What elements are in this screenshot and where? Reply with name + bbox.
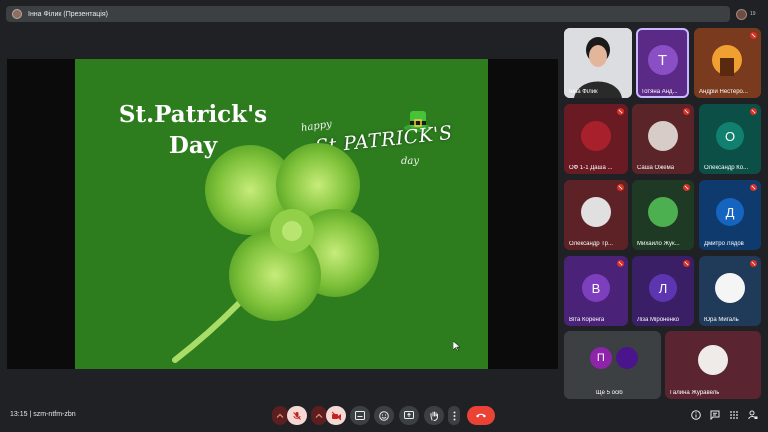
- participant-avatar: В: [582, 274, 610, 303]
- participant-photo: [648, 197, 678, 228]
- participant-tile-9[interactable]: Д Дмитро Лядов: [699, 180, 761, 250]
- participant-video: [564, 28, 632, 98]
- participant-photo: [648, 121, 678, 152]
- more-vert-icon: [453, 411, 455, 420]
- participant-name: ОФ 1-1 Даша ...: [569, 165, 613, 171]
- separator: |: [29, 411, 32, 418]
- chevron-up-icon: [315, 413, 323, 418]
- participant-tile-6[interactable]: О Олександр Ко...: [699, 104, 761, 174]
- raise-hand-button[interactable]: [424, 406, 444, 425]
- participant-avatar: Л: [649, 274, 677, 303]
- info-icon: [691, 410, 701, 420]
- participant-tile-12[interactable]: Юра Мигаль: [699, 256, 761, 326]
- camera-off-icon: [331, 411, 341, 420]
- presentation-banner: Інна Філик (Презентація): [6, 6, 730, 22]
- meeting-details-button[interactable]: [689, 408, 703, 422]
- meeting-code: szm-ntfm-zbn: [33, 411, 76, 418]
- clock: 13:15: [10, 411, 28, 418]
- host-controls-button[interactable]: [746, 408, 760, 422]
- mic-off-icon: [750, 260, 757, 267]
- participant-tile-8[interactable]: Михайло Жук...: [632, 180, 694, 250]
- participant-count: 19: [750, 11, 756, 17]
- participant-avatar: Т: [647, 45, 678, 76]
- participant-name: Юра Мигаль: [704, 317, 739, 323]
- participant-name: Саша Ожема: [637, 165, 675, 171]
- participant-name: Михайло Жук...: [637, 241, 680, 247]
- microphone-toggle[interactable]: [287, 406, 307, 425]
- participant-name: Дмитро Лядов: [704, 241, 744, 247]
- activities-button[interactable]: [727, 408, 741, 422]
- participants-indicator[interactable]: 19: [736, 7, 762, 21]
- participant-tile-4[interactable]: ОФ 1-1 Даша ...: [564, 104, 628, 174]
- participant-photo: [715, 273, 745, 304]
- mic-off-icon: [750, 108, 757, 115]
- lock-person-icon: [748, 410, 758, 420]
- participant-photo: [581, 197, 611, 228]
- more-participants-tile[interactable]: П Ще 5 осіб: [564, 331, 661, 399]
- apps-grid-icon: [730, 411, 738, 419]
- participant-name: Олександр Тр...: [569, 241, 613, 247]
- chat-icon: [710, 410, 720, 420]
- participant-tile-2[interactable]: Т Тотяна Анд...: [636, 28, 689, 98]
- emoji-icon: [379, 410, 389, 421]
- hang-up-icon: [476, 413, 486, 418]
- participant-photo: [698, 344, 728, 375]
- participant-tile-10[interactable]: В Віта Коренга: [564, 256, 628, 326]
- four-leaf-clover-icon: [172, 143, 379, 363]
- chat-button[interactable]: [708, 408, 722, 422]
- participant-avatar: Д: [716, 198, 744, 227]
- participant-avatar: О: [716, 122, 744, 151]
- participant-name: Інна Філик: [569, 89, 598, 95]
- mic-off-icon: [683, 260, 690, 267]
- mic-off-icon: [750, 32, 757, 39]
- leave-call-button[interactable]: [467, 406, 495, 425]
- participant-name: Олександр Ко...: [704, 165, 749, 171]
- chevron-up-icon: [276, 413, 284, 418]
- participant-tile-14[interactable]: Галина Журавель: [665, 331, 761, 399]
- mic-off-icon: [617, 108, 624, 115]
- participant-tile-3[interactable]: Андрій Нестеро...: [694, 28, 761, 98]
- raise-hand-icon: [430, 411, 438, 421]
- camera-toggle[interactable]: [326, 406, 346, 425]
- audio-options-button[interactable]: [272, 406, 288, 425]
- emoji-reaction-button[interactable]: [374, 406, 394, 425]
- present-screen-icon: [404, 411, 414, 419]
- participant-tile-1[interactable]: Інна Філик: [564, 28, 632, 98]
- more-options-button[interactable]: [448, 406, 460, 425]
- more-participants-label: Ще 5 осіб: [596, 390, 623, 396]
- captions-button[interactable]: [350, 406, 370, 425]
- participant-avatar-stack: [616, 347, 638, 369]
- participant-photo: [581, 121, 611, 152]
- participant-name: Віта Коренга: [569, 317, 605, 323]
- mic-off-icon: [617, 184, 624, 191]
- mouse-cursor-icon: [453, 341, 461, 351]
- participant-name: Андрій Нестеро...: [699, 89, 748, 95]
- participant-tile-11[interactable]: Л Ліза Міроненко: [632, 256, 694, 326]
- participant-tile-7[interactable]: Олександр Тр...: [564, 180, 628, 250]
- happy-text: happy: [300, 118, 333, 135]
- mic-off-icon: [683, 184, 690, 191]
- mic-off-icon: [293, 411, 301, 420]
- participant-tile-5[interactable]: Саша Ожема: [632, 104, 694, 174]
- slide-title-line1: St.Patrick's: [118, 101, 268, 128]
- mic-off-icon: [683, 108, 690, 115]
- participant-name: Ліза Міроненко: [637, 317, 680, 323]
- self-avatar: [736, 8, 747, 20]
- mic-off-icon: [617, 260, 624, 267]
- mic-off-icon: [750, 184, 757, 191]
- participant-avatar: П: [589, 347, 612, 370]
- present-screen-button[interactable]: [399, 406, 419, 425]
- captions-icon: [355, 411, 365, 420]
- presentation-title: Інна Філик (Презентація): [28, 10, 108, 18]
- video-options-button[interactable]: [311, 406, 327, 425]
- presentation-slide: St.Patrick's Day happy St PATRICK'S day: [75, 59, 488, 369]
- meeting-info: 13:15 | szm-ntfm-zbn: [10, 411, 76, 418]
- participant-name: Галина Журавель: [670, 390, 720, 396]
- presenter-avatar: [12, 9, 22, 19]
- participant-name: Тотяна Анд...: [641, 89, 678, 95]
